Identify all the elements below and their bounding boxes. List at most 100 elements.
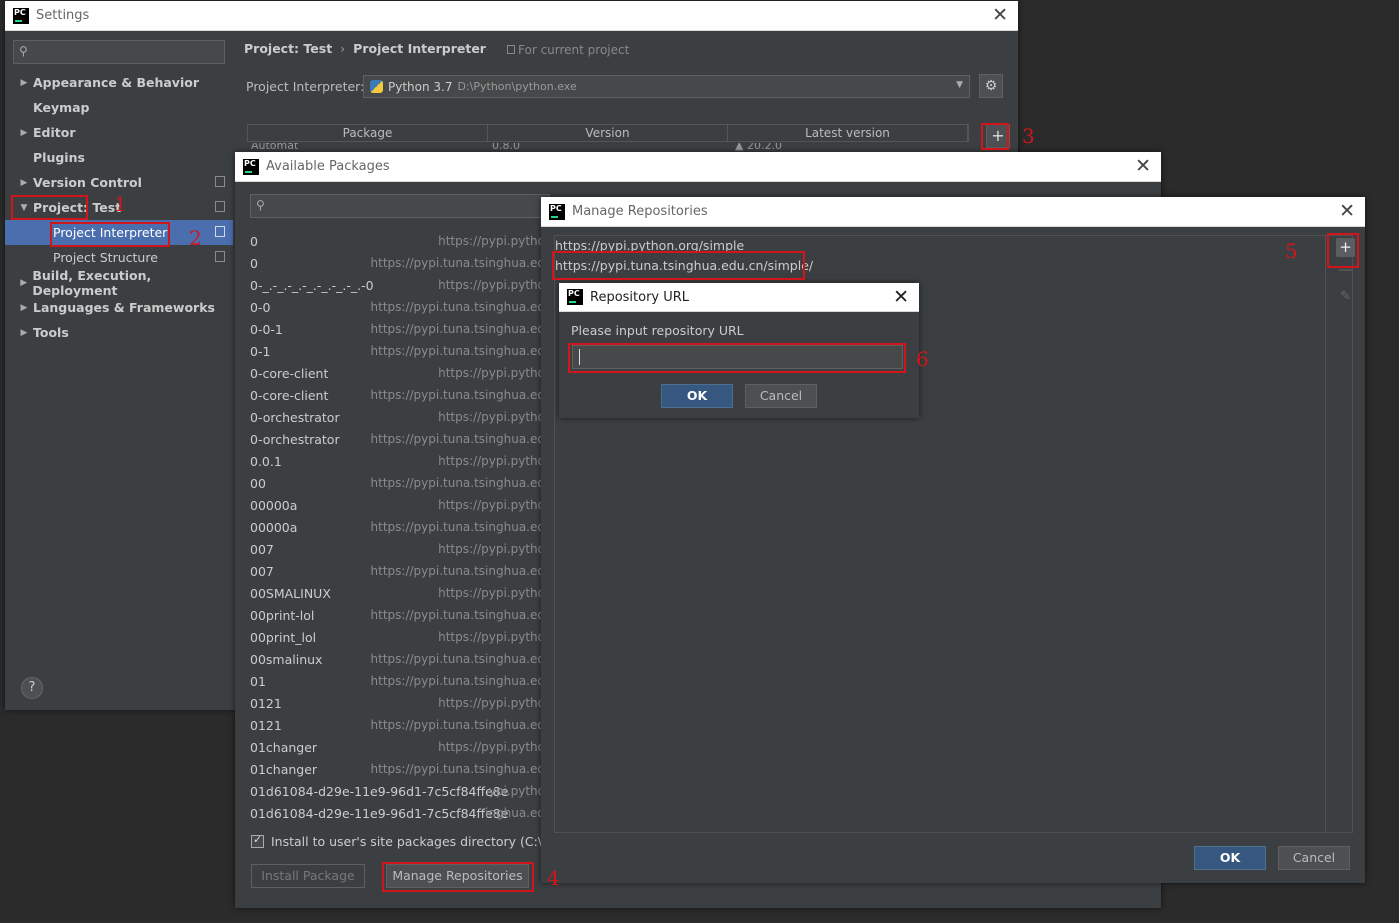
install-user-checkbox[interactable]	[251, 833, 264, 848]
repos-ok-button[interactable]: OK	[1194, 846, 1266, 870]
python-icon	[370, 80, 383, 93]
sidebar-item-keymap[interactable]: Keymap	[5, 95, 233, 120]
annotation-number-6: 6	[916, 347, 929, 371]
list-item[interactable]: 0.0.1 https://pypi.pytho	[250, 450, 545, 472]
help-button[interactable]: ?	[21, 677, 43, 699]
list-item[interactable]: https://pypi.python.org/simple	[555, 238, 744, 253]
column-header-latest[interactable]: Latest version	[728, 125, 968, 141]
project-scope-icon	[507, 45, 515, 54]
sidebar-item-label: Version Control	[33, 175, 142, 190]
list-item[interactable]: 0121 https://pypi.pytho	[250, 692, 545, 714]
search-icon: ⚲	[256, 198, 265, 212]
list-item[interactable]: 007 https://pypi.tuna.tsinghua.ed	[250, 560, 545, 582]
close-icon[interactable]: ✕	[992, 5, 1008, 25]
project-scope-icon	[215, 226, 225, 237]
collapse-arrow-icon[interactable]: ▼	[15, 203, 33, 213]
list-item[interactable]: 01 https://pypi.tuna.tsinghua.ed	[250, 670, 545, 692]
sidebar-item-languages[interactable]: ▶ Languages & Frameworks	[5, 295, 233, 320]
sidebar-item-build[interactable]: ▶ Build, Execution, Deployment	[5, 268, 233, 298]
package-repository-url: https://pypi.pytho	[438, 586, 545, 600]
breadcrumb-project: Project: Test	[244, 41, 333, 56]
package-repository-url: https://pypi.tuna.tsinghua.ed	[370, 300, 545, 314]
list-item[interactable]: 0 https://pypi.pytho	[250, 230, 545, 252]
package-name: 007	[250, 541, 274, 557]
scope-note: For current project	[507, 43, 629, 57]
settings-search-input[interactable]: ⚲	[13, 40, 225, 64]
remove-repository-button[interactable]: —	[1336, 263, 1355, 277]
list-item[interactable]: 01changer https://pypi.tuna.tsinghua.ed	[250, 758, 545, 780]
list-item[interactable]: 0 https://pypi.tuna.tsinghua.ed	[250, 252, 545, 274]
add-package-button[interactable]: +	[986, 124, 1010, 148]
column-header-package[interactable]: Package	[248, 125, 488, 141]
list-item[interactable]: 0-orchestrator https://pypi.tuna.tsinghua…	[250, 428, 545, 450]
list-item[interactable]: 0-core-client https://pypi.tuna.tsinghua.…	[250, 384, 545, 406]
annotation-number-4: 4	[547, 866, 560, 890]
url-ok-button[interactable]: OK	[661, 384, 733, 408]
url-cancel-button[interactable]: Cancel	[745, 384, 817, 408]
expand-arrow-icon[interactable]: ▶	[15, 278, 32, 288]
package-name: 00print-lol	[250, 607, 315, 623]
install-user-option[interactable]: Install to user's site packages director…	[251, 833, 565, 849]
package-name: 00smalinux	[250, 651, 323, 667]
package-name: 0	[250, 233, 258, 249]
list-item[interactable]: 0-0 https://pypi.tuna.tsinghua.ed	[250, 296, 545, 318]
sidebar-item-label: Keymap	[33, 100, 90, 115]
manage-repositories-button[interactable]: Manage Repositories	[386, 864, 529, 888]
column-header-version[interactable]: Version	[488, 125, 728, 141]
list-item[interactable]: 00000a https://pypi.tuna.tsinghua.ed	[250, 516, 545, 538]
expand-arrow-icon[interactable]: ▶	[15, 128, 33, 138]
repos-cancel-button[interactable]: Cancel	[1278, 846, 1350, 870]
list-item[interactable]: 0-1 https://pypi.tuna.tsinghua.ed	[250, 340, 545, 362]
interpreter-select[interactable]: Python 3.7 D:\Python\python.exe ▼	[363, 75, 970, 98]
edit-repository-icon[interactable]: ✎	[1336, 289, 1355, 308]
expand-arrow-icon[interactable]: ▶	[15, 328, 33, 338]
expand-arrow-icon[interactable]: ▶	[15, 178, 33, 188]
list-item[interactable]: 01d61084-d29e-11e9-96d1-7c5cf84ffe8e ypi.…	[250, 780, 545, 802]
list-item[interactable]: 01d61084-d29e-11e9-96d1-7c5cf84ffe8e ingh…	[250, 802, 545, 824]
url-prompt: Please input repository URL	[571, 323, 744, 338]
window-title: Manage Repositories	[572, 204, 708, 219]
package-name: 0.0.1	[250, 453, 282, 469]
package-name: 0-core-client	[250, 365, 329, 381]
list-item[interactable]: 007 https://pypi.pytho	[250, 538, 545, 560]
sidebar-item-label: Project Structure	[53, 250, 158, 265]
list-item[interactable]: 0-orchestrator https://pypi.pytho	[250, 406, 545, 428]
list-item[interactable]: 01changer https://pypi.pytho	[250, 736, 545, 758]
sidebar-item-plugins[interactable]: Plugins	[5, 145, 233, 170]
package-search-input[interactable]: ⚲	[250, 194, 550, 218]
list-item[interactable]: 0-_.-_.-_.-_.-_.-_.-_.-0 https://pypi.pyt…	[250, 274, 545, 296]
package-version: 0.8.0	[492, 143, 520, 152]
expand-arrow-icon[interactable]: ▶	[15, 303, 33, 313]
close-icon[interactable]: ✕	[1135, 156, 1151, 176]
package-repository-url: https://pypi.pytho	[438, 696, 545, 710]
close-icon[interactable]: ✕	[1339, 201, 1355, 221]
list-item[interactable]: 00print_lol https://pypi.pytho	[250, 626, 545, 648]
close-icon[interactable]: ✕	[893, 287, 909, 307]
package-latest: ▲ 20.2.0	[735, 143, 782, 152]
list-item[interactable]: 0121 https://pypi.tuna.tsinghua.ed	[250, 714, 545, 736]
package-repository-url: https://pypi.pytho	[438, 454, 545, 468]
list-item[interactable]: 0-core-client https://pypi.pytho	[250, 362, 545, 384]
package-repository-url: https://pypi.tuna.tsinghua.ed	[370, 608, 545, 622]
install-package-button[interactable]: Install Package	[251, 864, 365, 888]
package-name: 0-core-client	[250, 387, 329, 403]
list-item[interactable]: 00SMALINUX https://pypi.pytho	[250, 582, 545, 604]
add-repository-button[interactable]: +	[1336, 238, 1355, 257]
sidebar-item-tools[interactable]: ▶ Tools	[5, 320, 233, 345]
list-item[interactable]: 0-0-1 https://pypi.tuna.tsinghua.ed	[250, 318, 545, 340]
package-list[interactable]: 0 https://pypi.pytho 0 https://pypi.tuna.ts…	[250, 230, 545, 832]
package-name: 0-1	[250, 343, 271, 359]
list-item[interactable]: 00print-lol https://pypi.tuna.tsinghua.ed	[250, 604, 545, 626]
list-item[interactable]: 00smalinux https://pypi.tuna.tsinghua.ed	[250, 648, 545, 670]
expand-arrow-icon[interactable]: ▶	[15, 78, 33, 88]
list-item[interactable]: https://pypi.tuna.tsinghua.edu.cn/simple…	[555, 258, 813, 273]
sidebar-item-editor[interactable]: ▶ Editor	[5, 120, 233, 145]
list-item[interactable]: 00000a https://pypi.pytho	[250, 494, 545, 516]
package-name: 00000a	[250, 497, 298, 513]
package-repository-url: https://pypi.tuna.tsinghua.ed	[370, 564, 545, 578]
list-item[interactable]: 00 https://pypi.tuna.tsinghua.ed	[250, 472, 545, 494]
sidebar-item-appearance[interactable]: ▶ Appearance & Behavior	[5, 70, 233, 95]
gear-icon[interactable]: ⚙	[979, 74, 1003, 98]
package-repository-url: https://pypi.pytho	[438, 234, 545, 248]
repository-url-input[interactable]	[572, 345, 903, 369]
